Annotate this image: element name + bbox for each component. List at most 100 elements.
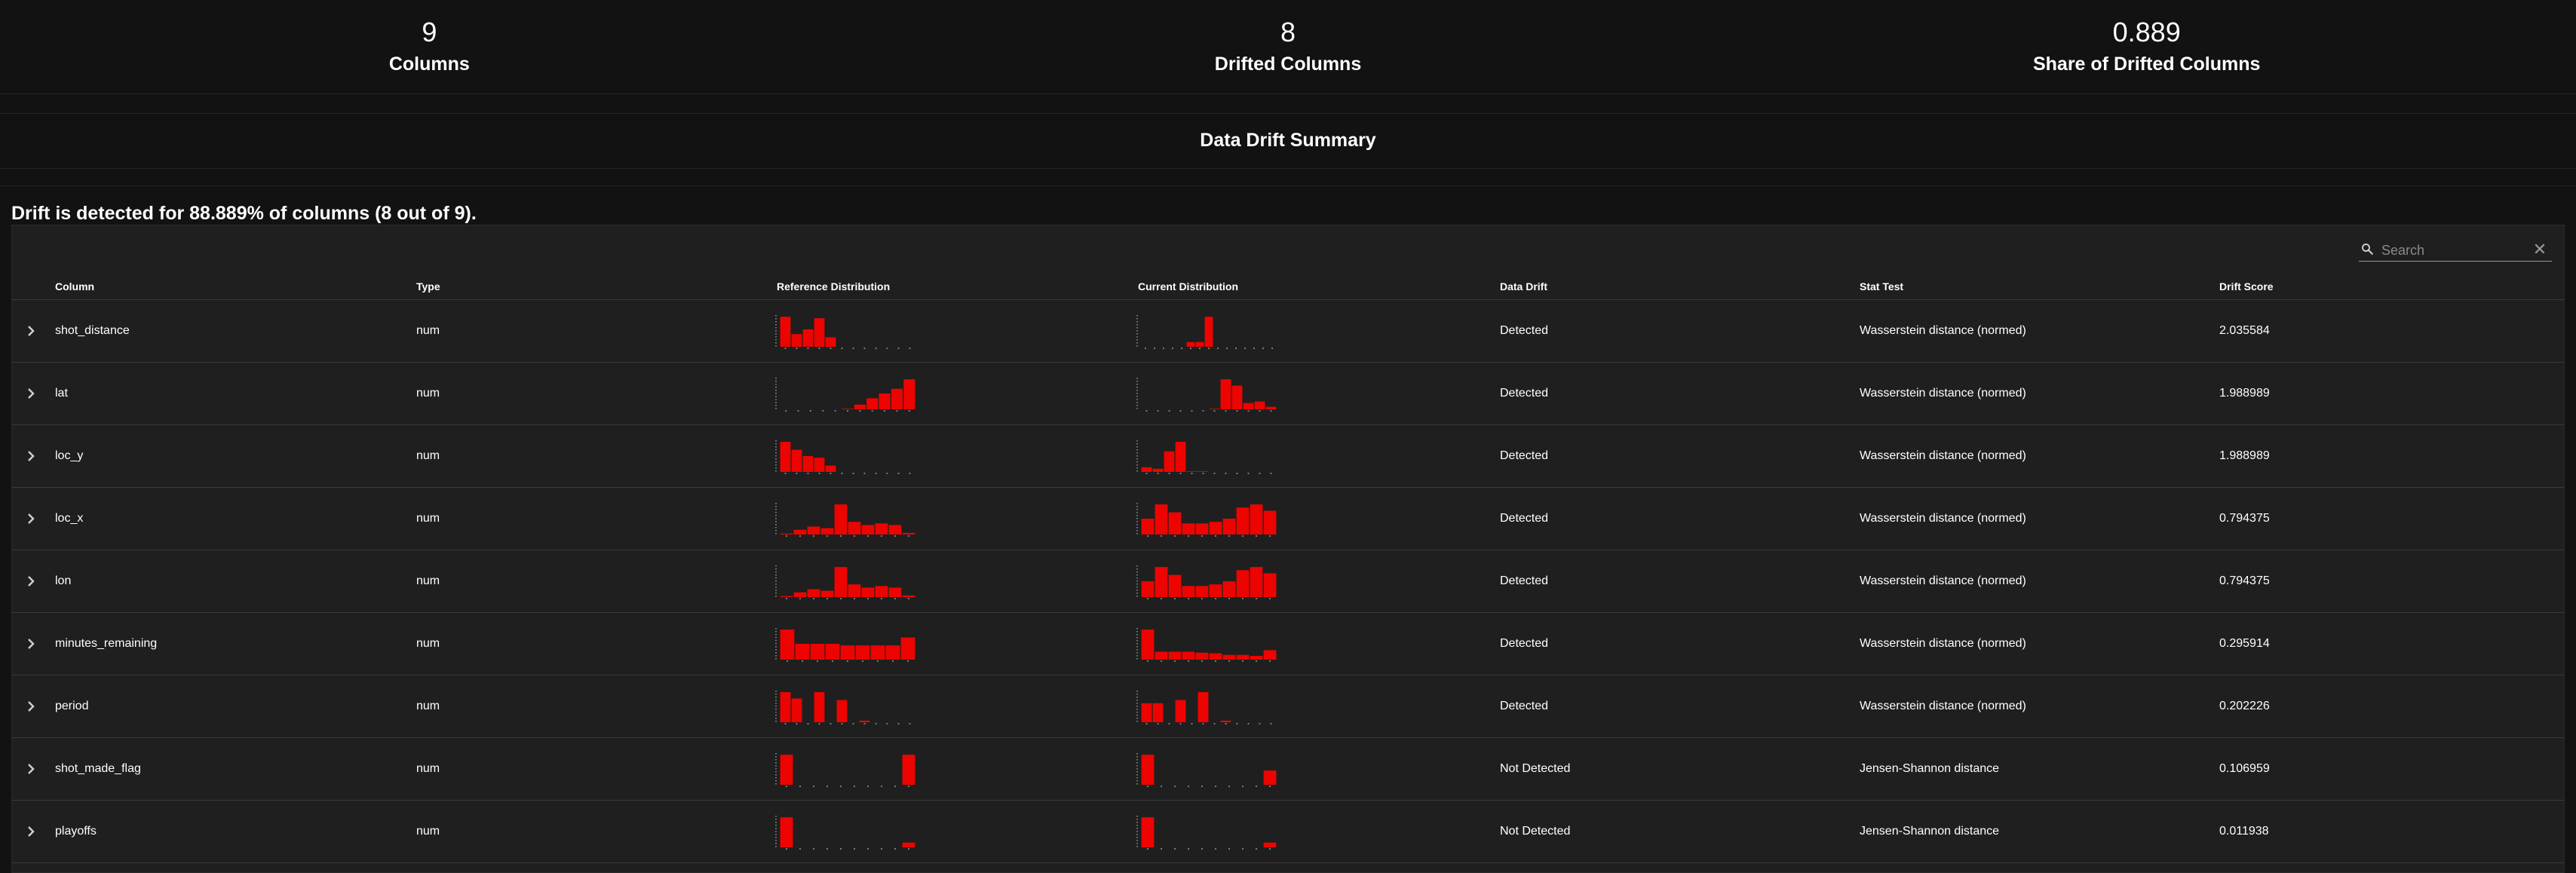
histogram-bar <box>1263 573 1277 597</box>
histogram-bar <box>902 755 915 785</box>
histogram-bar <box>1186 471 1198 472</box>
axis-dot <box>1228 598 1230 599</box>
axis-tick <box>1136 783 1138 785</box>
axis-dot <box>1269 535 1271 537</box>
axis-tick <box>775 402 777 403</box>
current-distribution-chart <box>1136 816 1277 850</box>
axis-dot <box>1145 410 1148 412</box>
axis-dot <box>1269 848 1271 850</box>
chevron-right-icon[interactable] <box>22 822 40 841</box>
chevron-right-icon[interactable] <box>22 384 40 403</box>
histogram-bar <box>807 589 820 597</box>
axis-tick <box>775 765 777 767</box>
axis-tick <box>775 387 777 388</box>
axis-dot <box>1174 848 1176 850</box>
cell-drift-score: 0.295914 <box>2219 637 2270 650</box>
histogram-bar <box>866 398 879 409</box>
chevron-right-icon[interactable] <box>22 447 40 465</box>
chevron-right-icon[interactable] <box>22 697 40 715</box>
axis-dot <box>834 410 836 412</box>
table-row[interactable]: lat num Detected Wasserstein distance (norm… <box>11 363 2565 425</box>
table-row[interactable]: shot_made_flag num Not Detected Jensen-Shan… <box>11 738 2565 801</box>
axis-tick <box>1136 837 1138 838</box>
axis-dot <box>826 598 828 599</box>
axis-tick <box>1136 378 1138 379</box>
histogram-bar <box>793 529 807 535</box>
axis-dot <box>1147 598 1148 599</box>
axis-tick <box>775 691 777 692</box>
search-box[interactable]: ✕ <box>2359 238 2552 262</box>
axis-dot <box>1236 723 1238 724</box>
cell-type: num <box>416 324 440 337</box>
search-input[interactable] <box>2380 240 2534 261</box>
header-drift-score[interactable]: Drift Score <box>2219 280 2274 297</box>
axis-tick <box>775 405 777 406</box>
histogram-bar <box>780 817 793 847</box>
axis-tick <box>775 771 777 773</box>
axis-tick <box>1136 339 1138 341</box>
axis-tick <box>1136 590 1138 591</box>
chevron-right-icon[interactable] <box>22 572 40 590</box>
chevron-right-icon[interactable] <box>22 635 40 653</box>
axis-dot <box>867 598 869 599</box>
axis-dot <box>1179 723 1182 724</box>
axis-dot <box>1225 723 1227 724</box>
histogram-bar <box>1198 471 1209 472</box>
header-column[interactable]: Column <box>55 280 94 297</box>
table-row[interactable]: lon num Detected Wasserstein distance (norm… <box>11 550 2565 613</box>
axis-dot <box>807 348 809 349</box>
stats-header: 9 Columns 8 Drifted Columns 0.889 Share … <box>0 0 2576 94</box>
histogram-bar <box>1222 654 1236 660</box>
stat-label: Columns <box>388 54 470 75</box>
axis-tick <box>1136 646 1138 648</box>
axis-tick <box>775 816 777 817</box>
axis-dot <box>1161 535 1162 537</box>
histogram-bar <box>1263 510 1277 535</box>
header-data-drift[interactable]: Data Drift <box>1500 280 1547 297</box>
chevron-right-icon[interactable] <box>22 760 40 778</box>
chevron-right-icon[interactable] <box>22 322 40 340</box>
cell-type: num <box>416 574 440 587</box>
axis-dot <box>1226 348 1228 349</box>
axis-dot <box>854 848 855 850</box>
axis-tick <box>1136 596 1138 597</box>
axis-tick <box>1136 333 1138 335</box>
histogram-bar <box>825 337 836 347</box>
axis-dot <box>867 848 869 850</box>
axis-dot <box>1270 473 1272 474</box>
header-reference-distribution[interactable]: Reference Distribution <box>777 280 890 297</box>
cell-data-drift: Detected <box>1500 512 1549 525</box>
histogram-bar <box>1250 655 1263 660</box>
close-icon[interactable]: ✕ <box>2531 240 2549 259</box>
table-row[interactable]: loc_x num Detected Wasserstein distance (no… <box>11 488 2565 550</box>
axis-dot <box>1271 348 1273 349</box>
axis-tick <box>1136 771 1138 773</box>
axis-tick <box>1136 396 1138 397</box>
header-stat-test[interactable]: Stat Test <box>1860 280 1903 297</box>
table-row[interactable]: loc_y num Detected Wasserstein distance (no… <box>11 425 2565 488</box>
axis-dot <box>881 598 882 599</box>
axis-tick <box>775 568 777 570</box>
axis-dot <box>1244 348 1246 349</box>
cell-data-drift: Detected <box>1500 324 1549 337</box>
axis-tick <box>775 440 777 442</box>
axis-dot <box>1161 786 1162 787</box>
histogram-bar <box>1254 401 1265 409</box>
axis-tick <box>775 470 777 472</box>
header-type[interactable]: Type <box>416 280 440 297</box>
axis-tick <box>1136 571 1138 573</box>
cell-stat-test: Wasserstein distance (normed) <box>1860 637 2026 650</box>
table-row[interactable]: shot_distance num Detected Wasserstein dist… <box>11 300 2565 363</box>
histogram-bar <box>1236 507 1250 535</box>
table-row[interactable]: period num Detected Wasserstein distance (n… <box>11 675 2565 738</box>
axis-tick <box>775 718 777 719</box>
axis-tick <box>775 324 777 326</box>
histogram-bar <box>861 587 875 597</box>
table-row[interactable]: minutes_remaining num Detected Wasserstein … <box>11 613 2565 675</box>
table-row[interactable]: playoffs num Not Detected Jensen-Shannon di… <box>11 801 2565 863</box>
axis-dot <box>1236 473 1238 474</box>
chevron-right-icon[interactable] <box>22 510 40 528</box>
histogram-bar <box>1236 654 1250 660</box>
header-current-distribution[interactable]: Current Distribution <box>1138 280 1238 297</box>
histogram-bar <box>1195 342 1204 347</box>
